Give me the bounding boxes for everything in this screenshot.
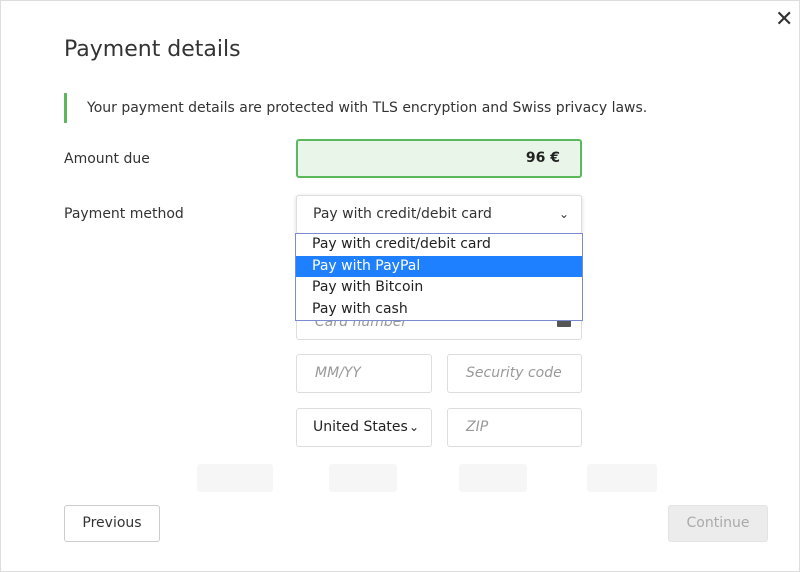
expiry-input[interactable]: MM/YY [296,354,432,393]
close-icon[interactable]: ✕ [775,7,793,32]
selected-method: Pay with credit/debit card [313,206,492,222]
chevron-down-icon: ⌄ [408,420,419,434]
payment-method-dropdown: Pay with credit/debit card Pay with PayP… [295,233,583,321]
security-notice: Your payment details are protected with … [64,93,647,123]
option-bitcoin[interactable]: Pay with Bitcoin [296,277,582,299]
country-select[interactable]: United States ⌄ [296,408,432,447]
payment-method-select[interactable]: Pay with credit/debit card ⌄ [296,195,582,234]
amount-label: Amount due [64,151,150,167]
payment-dialog: ✕ Payment details Your payment details a… [0,0,800,572]
dialog-title: Payment details [64,37,241,62]
faded-element [587,464,657,492]
continue-button[interactable]: Continue [668,505,768,542]
amount-field: 96 € [296,139,582,178]
option-card[interactable]: Pay with credit/debit card [296,234,582,256]
chevron-down-icon: ⌄ [558,207,569,221]
option-paypal[interactable]: Pay with PayPal [296,255,582,277]
zip-input[interactable]: ZIP [447,408,582,447]
option-cash[interactable]: Pay with cash [296,299,582,321]
payment-method-label: Payment method [64,206,184,222]
faded-element [329,464,397,492]
faded-element [197,464,273,492]
previous-button[interactable]: Previous [64,505,160,542]
security-code-input[interactable]: Security code [447,354,582,393]
faded-element [459,464,527,492]
